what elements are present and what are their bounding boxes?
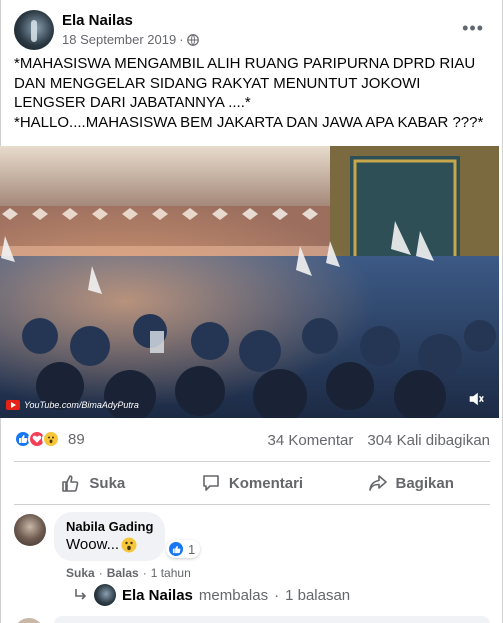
video-frame	[0, 146, 499, 418]
actions-divider	[14, 504, 490, 505]
like-button[interactable]: Suka	[14, 462, 173, 504]
reaction-summary[interactable]: 89	[14, 430, 85, 448]
reply-action: membalas	[198, 586, 269, 604]
comment-text: Woow...	[66, 536, 120, 553]
comment-reaction-count: 1	[188, 541, 196, 557]
comment-like-icon	[168, 541, 184, 557]
comment-icon	[203, 475, 219, 491]
post-text: *MAHASISWA MENGAMBIL ALIH RUANG PARIPURN…	[14, 54, 490, 132]
video-player[interactable]: YouTube.com/BimaAdyPutra	[0, 146, 499, 418]
post-header: Ela Nailas 18 September 2019 · •••	[14, 10, 494, 52]
comment-button[interactable]: Komentari	[173, 462, 332, 504]
comment-bubble: Nabila Gading Woow...	[54, 512, 166, 561]
post-text-line: *MAHASISWA MENGAMBIL ALIH RUANG PARIPURN…	[14, 55, 480, 111]
youtube-icon	[6, 400, 20, 410]
author-avatar[interactable]	[14, 10, 54, 50]
reaction-count[interactable]: 89	[68, 431, 85, 448]
reply-count: 1 balasan	[285, 586, 351, 604]
comment-label: Komentari	[228, 474, 304, 492]
more-options-icon[interactable]: •••	[462, 18, 484, 39]
reply-arrow-icon	[75, 589, 87, 600]
commenter-name[interactable]: Nabila Gading	[66, 519, 153, 534]
reply-author: Ela Nailas	[122, 586, 193, 604]
author-name[interactable]: Ela Nailas	[62, 12, 133, 29]
comment-like-link[interactable]: Suka	[66, 566, 95, 580]
watermark-text: YouTube.com/BimaAdyPutra	[24, 400, 139, 410]
comment-reaction[interactable]: 1	[166, 540, 201, 558]
view-replies[interactable]: Ela Nailas membalas · 1 balasan	[74, 584, 350, 606]
wow-icon	[42, 430, 60, 448]
meta-separator: ·	[179, 32, 184, 47]
engagement-counts: 34 Komentar 304 Kali dibagikan	[268, 432, 490, 449]
comment-time[interactable]: 1 tahun	[151, 566, 191, 580]
next-comment-bubble	[54, 616, 490, 623]
post-meta: 18 September 2019 ·	[62, 32, 199, 47]
post-stats: 89 34 Komentar 304 Kali dibagikan	[14, 430, 490, 452]
volume-icon[interactable]	[467, 390, 485, 408]
share-count[interactable]: 304 Kali dibagikan	[367, 432, 490, 449]
comment-actions: Suka · Balas · 1 tahun	[66, 566, 191, 580]
like-label: Suka	[89, 474, 126, 492]
video-watermark: YouTube.com/BimaAdyPutra	[6, 400, 139, 410]
comment-text-row: Woow...	[66, 536, 153, 553]
commenter-avatar[interactable]	[14, 514, 46, 546]
comment-dot: ·	[98, 566, 103, 580]
reply-avatar	[94, 584, 116, 606]
reply-dot: ·	[274, 586, 280, 604]
wow-emoji-icon	[121, 537, 137, 552]
share-label: Bagikan	[395, 474, 454, 492]
share-icon	[368, 475, 387, 491]
comment-reply-link[interactable]: Balas	[107, 566, 139, 580]
comment-dot: ·	[142, 566, 147, 580]
post-actions: Suka Komentari Bagikan	[14, 462, 490, 504]
globe-icon[interactable]	[186, 33, 199, 46]
share-button[interactable]: Bagikan	[331, 462, 490, 504]
post-date[interactable]: 18 September 2019	[62, 32, 176, 47]
comment-count[interactable]: 34 Komentar	[268, 432, 354, 449]
thumbs-up-icon	[62, 475, 79, 492]
post-text-line: *HALLO....MAHASISWA BEM JAKARTA DAN JAWA…	[14, 113, 484, 131]
